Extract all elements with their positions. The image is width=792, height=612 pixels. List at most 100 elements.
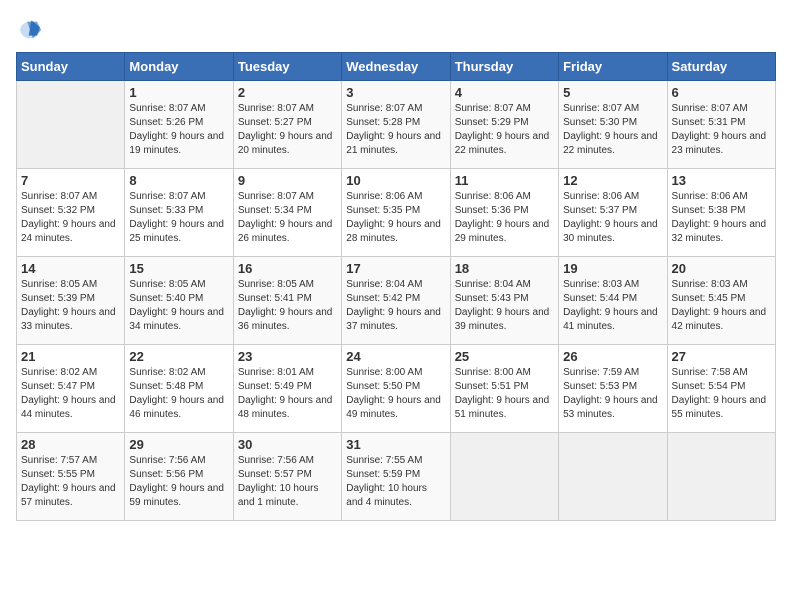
calendar-cell: 10 Sunrise: 8:06 AM Sunset: 5:35 PM Dayli…: [342, 169, 450, 257]
day-number: 7: [21, 173, 120, 188]
calendar-cell: 29 Sunrise: 7:56 AM Sunset: 5:56 PM Dayli…: [125, 433, 233, 521]
calendar-cell: 13 Sunrise: 8:06 AM Sunset: 5:38 PM Dayli…: [667, 169, 775, 257]
day-detail: Sunrise: 8:06 AM Sunset: 5:35 PM Dayligh…: [346, 190, 445, 246]
day-number: 20: [672, 261, 771, 276]
day-number: 12: [563, 173, 662, 188]
day-detail: Sunrise: 8:07 AM Sunset: 5:26 PM Dayligh…: [129, 102, 228, 158]
calendar-cell: 15 Sunrise: 8:05 AM Sunset: 5:40 PM Dayli…: [125, 257, 233, 345]
day-number: 25: [455, 349, 554, 364]
calendar-cell: 9 Sunrise: 8:07 AM Sunset: 5:34 PM Daylig…: [233, 169, 341, 257]
day-number: 9: [238, 173, 337, 188]
day-detail: Sunrise: 8:02 AM Sunset: 5:48 PM Dayligh…: [129, 366, 228, 422]
day-number: 10: [346, 173, 445, 188]
day-of-week-header: Sunday: [17, 53, 125, 81]
calendar-cell: [667, 433, 775, 521]
day-detail: Sunrise: 8:06 AM Sunset: 5:37 PM Dayligh…: [563, 190, 662, 246]
day-of-week-header: Monday: [125, 53, 233, 81]
calendar-cell: 7 Sunrise: 8:07 AM Sunset: 5:32 PM Daylig…: [17, 169, 125, 257]
calendar-cell: 14 Sunrise: 8:05 AM Sunset: 5:39 PM Dayli…: [17, 257, 125, 345]
calendar-cell: 1 Sunrise: 8:07 AM Sunset: 5:26 PM Daylig…: [125, 81, 233, 169]
calendar-cell: 21Sunrise: 8:02 AM Sunset: 5:47 PM Dayli…: [17, 345, 125, 433]
day-detail: Sunrise: 8:07 AM Sunset: 5:34 PM Dayligh…: [238, 190, 337, 246]
day-detail: Sunrise: 8:07 AM Sunset: 5:28 PM Dayligh…: [346, 102, 445, 158]
day-number: 2: [238, 85, 337, 100]
day-detail: Sunrise: 8:04 AM Sunset: 5:43 PM Dayligh…: [455, 278, 554, 334]
day-detail: Sunrise: 8:07 AM Sunset: 5:27 PM Dayligh…: [238, 102, 337, 158]
calendar-cell: 30 Sunrise: 7:56 AM Sunset: 5:57 PM Dayli…: [233, 433, 341, 521]
day-of-week-header: Friday: [559, 53, 667, 81]
day-of-week-header: Saturday: [667, 53, 775, 81]
calendar-cell: 18 Sunrise: 8:04 AM Sunset: 5:43 PM Dayli…: [450, 257, 558, 345]
day-number: 27: [672, 349, 771, 364]
day-of-week-header: Thursday: [450, 53, 558, 81]
day-detail: Sunrise: 8:07 AM Sunset: 5:29 PM Dayligh…: [455, 102, 554, 158]
day-detail: Sunrise: 7:56 AM Sunset: 5:56 PM Dayligh…: [129, 454, 228, 510]
day-detail: Sunrise: 8:03 AM Sunset: 5:45 PM Dayligh…: [672, 278, 771, 334]
day-of-week-header: Tuesday: [233, 53, 341, 81]
day-detail: Sunrise: 8:00 AM Sunset: 5:50 PM Dayligh…: [346, 366, 445, 422]
day-detail: Sunrise: 8:03 AM Sunset: 5:44 PM Dayligh…: [563, 278, 662, 334]
calendar-cell: 24 Sunrise: 8:00 AM Sunset: 5:50 PM Dayli…: [342, 345, 450, 433]
day-detail: Sunrise: 8:05 AM Sunset: 5:41 PM Dayligh…: [238, 278, 337, 334]
calendar-cell: 27 Sunrise: 7:58 AM Sunset: 5:54 PM Dayli…: [667, 345, 775, 433]
day-number: 3: [346, 85, 445, 100]
calendar-cell: 22 Sunrise: 8:02 AM Sunset: 5:48 PM Dayli…: [125, 345, 233, 433]
calendar-cell: 28 Sunrise: 7:57 AM Sunset: 5:55 PM Dayli…: [17, 433, 125, 521]
day-detail: Sunrise: 8:06 AM Sunset: 5:38 PM Dayligh…: [672, 190, 771, 246]
day-detail: Sunrise: 7:59 AM Sunset: 5:53 PM Dayligh…: [563, 366, 662, 422]
day-number: 30: [238, 437, 337, 452]
day-number: 28: [21, 437, 120, 452]
day-number: 23: [238, 349, 337, 364]
calendar-cell: 5 Sunrise: 8:07 AM Sunset: 5:30 PM Daylig…: [559, 81, 667, 169]
day-detail: Sunrise: 7:56 AM Sunset: 5:57 PM Dayligh…: [238, 454, 337, 510]
calendar-cell: 25 Sunrise: 8:00 AM Sunset: 5:51 PM Dayli…: [450, 345, 558, 433]
calendar-cell: 8Sunrise: 8:07 AM Sunset: 5:33 PM Daylig…: [125, 169, 233, 257]
logo-icon: [16, 16, 44, 44]
logo: [16, 16, 48, 44]
calendar-cell: 23Sunrise: 8:01 AM Sunset: 5:49 PM Dayli…: [233, 345, 341, 433]
day-number: 31: [346, 437, 445, 452]
calendar-cell: 26 Sunrise: 7:59 AM Sunset: 5:53 PM Dayli…: [559, 345, 667, 433]
day-detail: Sunrise: 7:58 AM Sunset: 5:54 PM Dayligh…: [672, 366, 771, 422]
day-number: 15: [129, 261, 228, 276]
day-number: 13: [672, 173, 771, 188]
day-number: 16: [238, 261, 337, 276]
day-number: 18: [455, 261, 554, 276]
day-detail: Sunrise: 8:07 AM Sunset: 5:31 PM Dayligh…: [672, 102, 771, 158]
day-number: 26: [563, 349, 662, 364]
calendar-cell: 31 Sunrise: 7:55 AM Sunset: 5:59 PM Dayli…: [342, 433, 450, 521]
day-of-week-header: Wednesday: [342, 53, 450, 81]
calendar-cell: 17Sunrise: 8:04 AM Sunset: 5:42 PM Dayli…: [342, 257, 450, 345]
day-detail: Sunrise: 8:06 AM Sunset: 5:36 PM Dayligh…: [455, 190, 554, 246]
day-number: 1: [129, 85, 228, 100]
calendar-cell: 4 Sunrise: 8:07 AM Sunset: 5:29 PM Daylig…: [450, 81, 558, 169]
calendar-cell: [450, 433, 558, 521]
calendar-cell: 11Sunrise: 8:06 AM Sunset: 5:36 PM Dayli…: [450, 169, 558, 257]
day-number: 24: [346, 349, 445, 364]
day-detail: Sunrise: 7:55 AM Sunset: 5:59 PM Dayligh…: [346, 454, 445, 510]
calendar-table: SundayMondayTuesdayWednesdayThursdayFrid…: [16, 52, 776, 521]
day-number: 19: [563, 261, 662, 276]
calendar-cell: 12 Sunrise: 8:06 AM Sunset: 5:37 PM Dayli…: [559, 169, 667, 257]
calendar-cell: 16 Sunrise: 8:05 AM Sunset: 5:41 PM Dayli…: [233, 257, 341, 345]
calendar-cell: [17, 81, 125, 169]
calendar-cell: [559, 433, 667, 521]
calendar-cell: 6Sunrise: 8:07 AM Sunset: 5:31 PM Daylig…: [667, 81, 775, 169]
day-number: 29: [129, 437, 228, 452]
calendar-cell: 19 Sunrise: 8:03 AM Sunset: 5:44 PM Dayli…: [559, 257, 667, 345]
day-number: 14: [21, 261, 120, 276]
calendar-cell: 3 Sunrise: 8:07 AM Sunset: 5:28 PM Daylig…: [342, 81, 450, 169]
day-detail: Sunrise: 8:05 AM Sunset: 5:39 PM Dayligh…: [21, 278, 120, 334]
day-number: 21: [21, 349, 120, 364]
day-detail: Sunrise: 8:07 AM Sunset: 5:30 PM Dayligh…: [563, 102, 662, 158]
day-detail: Sunrise: 8:00 AM Sunset: 5:51 PM Dayligh…: [455, 366, 554, 422]
day-detail: Sunrise: 8:07 AM Sunset: 5:33 PM Dayligh…: [129, 190, 228, 246]
day-detail: Sunrise: 7:57 AM Sunset: 5:55 PM Dayligh…: [21, 454, 120, 510]
day-number: 4: [455, 85, 554, 100]
day-detail: Sunrise: 8:07 AM Sunset: 5:32 PM Dayligh…: [21, 190, 120, 246]
day-detail: Sunrise: 8:05 AM Sunset: 5:40 PM Dayligh…: [129, 278, 228, 334]
day-detail: Sunrise: 8:04 AM Sunset: 5:42 PM Dayligh…: [346, 278, 445, 334]
day-number: 5: [563, 85, 662, 100]
day-number: 22: [129, 349, 228, 364]
calendar-cell: 20 Sunrise: 8:03 AM Sunset: 5:45 PM Dayli…: [667, 257, 775, 345]
